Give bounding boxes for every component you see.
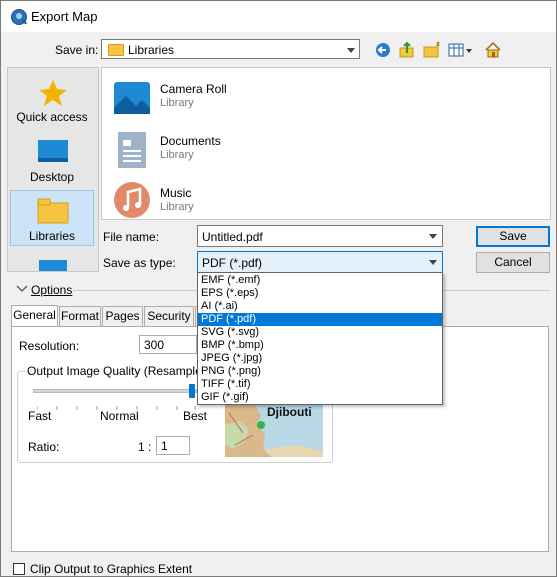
quality-slider-track[interactable] xyxy=(33,389,197,393)
camera-roll-icon xyxy=(114,82,150,114)
quality-fast-label: Fast xyxy=(28,409,52,423)
folder-icon xyxy=(108,44,124,56)
desktop-icon xyxy=(38,140,68,162)
quality-best-label: Best xyxy=(183,409,208,423)
quality-normal-label: Normal xyxy=(100,409,139,423)
title-bar: Export Map xyxy=(1,1,556,32)
file-type: Library xyxy=(160,149,194,161)
chevron-down-icon xyxy=(429,260,437,265)
window-title: Export Map xyxy=(31,9,98,24)
chevron-down-icon xyxy=(347,48,355,53)
type-option[interactable]: AI (*.ai) xyxy=(198,300,442,313)
star-icon xyxy=(39,80,67,106)
options-toggle[interactable]: Options xyxy=(31,283,72,297)
resolution-label: Resolution: xyxy=(19,339,80,353)
ratio-prefix: 1 : xyxy=(138,440,152,454)
new-folder-icon[interactable] xyxy=(422,39,442,61)
list-item-music[interactable]: Music Library xyxy=(110,180,410,219)
file-type: Library xyxy=(160,97,194,109)
type-option[interactable]: JPEG (*.jpg) xyxy=(198,352,442,365)
resolution-value: 300 xyxy=(144,338,165,352)
save-button[interactable]: Save xyxy=(476,226,550,247)
view-menu-icon[interactable] xyxy=(447,39,473,61)
ratio-label: Ratio: xyxy=(28,440,60,454)
place-label: Quick access xyxy=(16,110,88,124)
slider-ticks xyxy=(36,399,197,410)
resolution-input[interactable]: 300 xyxy=(139,335,197,354)
list-item-camera-roll[interactable]: Camera Roll Library xyxy=(110,76,410,120)
up-folder-icon[interactable] xyxy=(398,39,416,61)
computer-icon xyxy=(39,260,67,271)
ratio-input[interactable]: 1 xyxy=(156,436,190,455)
place-label: Libraries xyxy=(28,229,76,243)
save-in-value: Libraries xyxy=(128,43,175,57)
clip-output-checkbox[interactable] xyxy=(13,563,25,575)
type-option[interactable]: EMF (*.emf) xyxy=(198,274,442,287)
chevron-down-icon xyxy=(429,234,437,239)
home-icon[interactable] xyxy=(483,39,503,61)
music-icon xyxy=(114,182,150,218)
export-map-dialog: Export Map Save in: Libraries Quick acce… xyxy=(0,0,557,577)
file-name-value: Untitled.pdf xyxy=(202,230,263,244)
save-as-type-select[interactable]: PDF (*.pdf) xyxy=(197,251,443,273)
file-type: Library xyxy=(160,201,194,213)
list-item-documents[interactable]: Documents Library xyxy=(110,128,410,172)
ratio-value: 1 xyxy=(161,439,168,453)
place-libraries[interactable]: Libraries xyxy=(10,190,94,246)
tab-format[interactable]: Format xyxy=(59,306,101,326)
place-quick-access[interactable]: Quick access xyxy=(10,72,94,128)
save-in-combo[interactable]: Libraries xyxy=(101,39,360,59)
documents-icon xyxy=(118,132,146,168)
quality-slider-thumb[interactable] xyxy=(189,384,195,398)
type-option[interactable]: TIFF (*.tif) xyxy=(198,378,442,391)
save-as-type-value: PDF (*.pdf) xyxy=(202,256,263,270)
file-name: Documents xyxy=(160,134,221,148)
save-as-type-dropdown: EMF (*.emf) EPS (*.eps) AI (*.ai) PDF (*.pd… xyxy=(197,272,443,405)
type-option[interactable]: GIF (*.gif) xyxy=(198,391,442,404)
collapse-chevron-icon[interactable] xyxy=(15,284,29,294)
place-label: Desktop xyxy=(29,170,75,184)
type-option[interactable]: SVG (*.svg) xyxy=(198,326,442,339)
clip-output-label[interactable]: Clip Output to Graphics Extent xyxy=(30,562,192,576)
back-icon[interactable] xyxy=(374,39,392,61)
file-name-input[interactable]: Untitled.pdf xyxy=(197,225,443,247)
save-as-type-label: Save as type: xyxy=(103,256,176,270)
place-desktop[interactable]: Desktop xyxy=(10,132,94,188)
type-option[interactable]: PNG (*.png) xyxy=(198,365,442,378)
tab-general[interactable]: General xyxy=(11,305,58,327)
type-option[interactable]: BMP (*.bmp) xyxy=(198,339,442,352)
save-in-label: Save in: xyxy=(55,43,99,57)
tab-security[interactable]: Security xyxy=(144,306,194,326)
file-name-label: File name: xyxy=(103,230,160,244)
places-bar: Quick access Desktop Libraries xyxy=(7,67,99,272)
file-list: Camera Roll Library Documents Library Mu… xyxy=(101,67,551,220)
file-name: Music xyxy=(160,186,192,200)
tab-pages[interactable]: Pages xyxy=(102,306,143,326)
place-this-pc[interactable] xyxy=(10,254,94,271)
libraries-folder-icon xyxy=(37,198,69,224)
cancel-button[interactable]: Cancel xyxy=(476,252,550,273)
output-quality-label: Output Image Quality (Resample Ra xyxy=(25,364,223,378)
map-label: Djibouti xyxy=(267,405,312,419)
type-option[interactable]: EPS (*.eps) xyxy=(198,287,442,300)
file-name: Camera Roll xyxy=(160,82,227,96)
type-option[interactable]: PDF (*.pdf) xyxy=(198,313,442,326)
app-globe-icon xyxy=(11,9,27,25)
